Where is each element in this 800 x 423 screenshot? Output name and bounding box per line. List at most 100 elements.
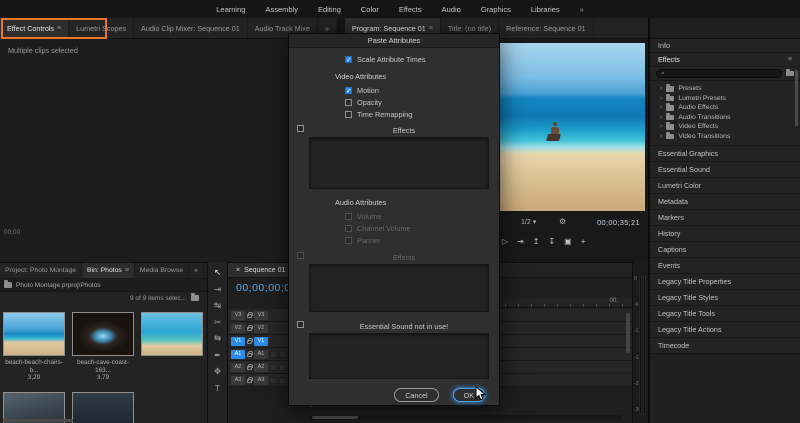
tab-lumetri-scopes[interactable]: Lumetri Scopes [69,18,135,38]
timeline-vertical-scrollbar[interactable] [626,313,630,353]
essential-sound-row[interactable] [297,321,304,328]
chevron-right-icon[interactable]: › [660,95,662,102]
step-forward-button[interactable]: ▷ [502,237,508,246]
ripple-edit-tool[interactable]: ↹ [214,300,221,311]
slip-tool[interactable]: ⇆ [214,333,221,344]
tab-bin-photos[interactable]: Bin: Photos ≡ [82,263,135,278]
workspace-learning[interactable]: Learning [216,5,245,14]
workspace-libraries[interactable]: Libraries [531,5,560,14]
workspace-assembly[interactable]: Assembly [265,5,298,14]
panel-header-legacy-title-actions[interactable]: Legacy Title Actions [650,321,800,337]
tab-project[interactable]: Project: Photo Montage [0,263,83,278]
source-patch[interactable]: V1 [231,336,245,346]
panel-menu-icon[interactable]: ≡ [57,25,61,32]
solo-toggle[interactable] [279,350,286,358]
type-tool[interactable]: T [215,383,220,393]
workspace-effects[interactable]: Effects [399,5,422,14]
close-icon[interactable]: × [236,267,240,274]
tab-overflow-icon[interactable]: » [189,263,204,278]
audio-effects-checkbox[interactable] [297,252,304,259]
cancel-button[interactable]: Cancel [394,388,439,402]
effects-folder-presets[interactable]: › Presets [650,84,800,94]
tab-sequence-01[interactable]: × Sequence 01 [228,263,294,277]
panel-header-effects[interactable]: Effects ≡ [650,53,800,67]
sidebar-scrollbar[interactable] [795,70,798,126]
project-horizontal-scrollbar[interactable] [3,419,73,422]
panel-header-timecode[interactable]: Timecode [650,337,800,353]
panner-checkbox[interactable] [345,237,352,244]
button-editor-button[interactable]: + [581,237,586,246]
essential-sound-checkbox[interactable] [297,321,304,328]
panel-header-legacy-title-tools[interactable]: Legacy Title Tools [650,305,800,321]
target-patch[interactable]: A3 [254,375,268,385]
source-patch[interactable]: A2 [231,362,245,372]
chevron-right-icon[interactable]: › [660,104,662,111]
volume-row[interactable]: Volume [345,212,381,221]
scale-attribute-times-row[interactable]: Scale Attribute Times [345,55,426,64]
clip-thumbnail-beach-chairs[interactable] [3,312,65,356]
bin-breadcrumb[interactable]: Photo Montage.prproj\Photos [0,279,207,292]
panel-header-markers[interactable]: Markers [650,209,800,225]
new-custom-bin-icon[interactable] [786,68,794,77]
tab-media-browser[interactable]: Media Browse [135,263,189,278]
effects-folder-video-effects[interactable]: › Video Effects [650,122,800,132]
target-patch[interactable]: V2 [254,323,268,333]
lift-button[interactable]: ↥ [533,237,540,246]
clip-thumbnail[interactable] [141,312,203,356]
workspace-graphics[interactable]: Graphics [481,5,511,14]
video-effects-checkbox[interactable] [297,125,304,132]
chevron-right-icon[interactable]: › [660,133,662,140]
panner-row[interactable]: Panner [345,236,381,245]
scrollbar-thumb[interactable] [312,416,358,419]
essential-sound-list[interactable] [309,333,489,379]
panel-header-captions[interactable]: Captions [650,241,800,257]
target-patch[interactable]: V1 [254,336,268,346]
mute-toggle[interactable] [270,363,277,371]
tab-reference-monitor[interactable]: Reference: Sequence 01 [499,18,594,38]
panel-header-events[interactable]: Events [650,257,800,273]
solo-toggle[interactable] [279,376,286,384]
timeline-horizontal-scrollbar[interactable] [310,415,622,420]
panel-header-essential-graphics[interactable]: Essential Graphics [650,145,800,161]
monitor-settings-icon[interactable]: ⚙ [559,217,566,226]
track-lock-icon[interactable] [247,325,253,331]
chevron-right-icon[interactable]: › [660,123,662,130]
volume-checkbox[interactable] [345,213,352,220]
source-patch[interactable]: V2 [231,323,245,333]
source-patch[interactable]: A1 [231,349,245,359]
panel-menu-icon[interactable]: ≡ [125,267,129,274]
source-patch[interactable]: V3 [231,310,245,320]
selection-tool[interactable]: ↖ [214,267,221,278]
track-lock-icon[interactable] [247,312,253,318]
panel-menu-icon[interactable]: ≡ [788,56,792,63]
go-to-out-button[interactable]: ⇥ [517,237,524,246]
clip-thumbnail[interactable] [72,392,134,423]
panel-header-essential-sound[interactable]: Essential Sound [650,161,800,177]
panel-header-info[interactable]: Info [650,39,800,53]
motion-row[interactable]: Motion [345,86,379,95]
target-patch[interactable]: A2 [254,362,268,372]
workspace-overflow-icon[interactable]: » [580,5,584,14]
audio-effects-list[interactable] [309,264,489,312]
export-frame-button[interactable]: ▣ [564,237,572,246]
effects-folder-audio-transitions[interactable]: › Audio Transitions [650,112,800,123]
track-select-forward-tool[interactable]: ⇥ [214,284,221,295]
effects-folder-lumetri-presets[interactable]: › Lumetri Presets [650,93,800,104]
target-patch[interactable]: A1 [254,349,268,359]
extract-button[interactable]: ↧ [548,237,555,246]
target-patch[interactable]: V3 [254,310,268,320]
track-lock-icon[interactable] [247,377,253,383]
opacity-row[interactable]: Opacity [345,98,382,107]
chevron-right-icon[interactable]: › [660,85,662,92]
effects-folder-video-transitions[interactable]: › Video Transitions [650,131,800,142]
panel-header-history[interactable]: History [650,225,800,241]
track-lock-icon[interactable] [247,338,253,344]
opacity-checkbox[interactable] [345,99,352,106]
panel-header-legacy-title-styles[interactable]: Legacy Title Styles [650,289,800,305]
mute-toggle[interactable] [270,376,277,384]
workspace-editing[interactable]: Editing [318,5,341,14]
pen-tool[interactable]: ✒ [214,350,221,361]
time-remapping-checkbox[interactable] [345,111,352,118]
tab-effect-controls[interactable]: Effect Controls ≡ [0,18,70,38]
solo-toggle[interactable] [279,363,286,371]
